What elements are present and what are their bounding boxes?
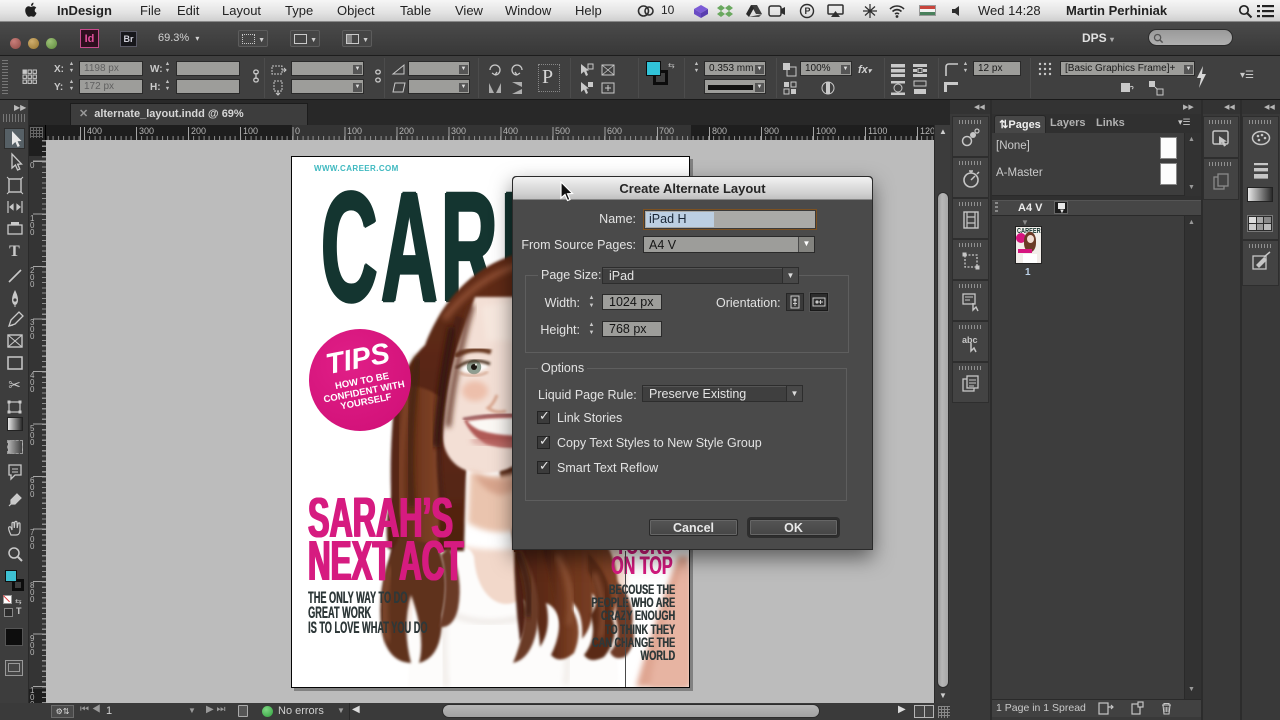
svg-text:abc: abc bbox=[962, 335, 978, 345]
svg-text:P: P bbox=[805, 6, 811, 16]
